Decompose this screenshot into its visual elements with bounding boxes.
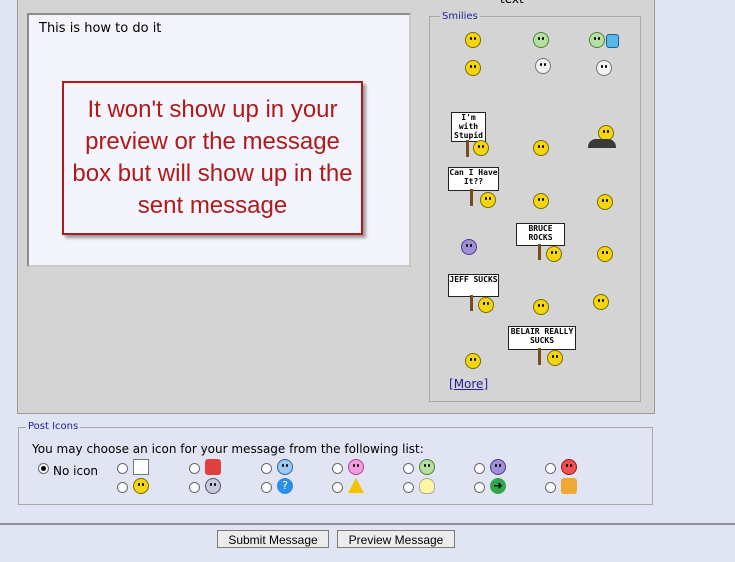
smile-icon xyxy=(133,478,149,494)
sign-pole xyxy=(466,140,469,157)
radio-icon-arrow[interactable] xyxy=(474,482,485,493)
stupid-sign-icon[interactable] xyxy=(473,140,489,156)
message-textarea[interactable]: This is how to do it It won't show up in… xyxy=(27,13,411,267)
radio-icon-frown[interactable] xyxy=(474,463,485,474)
alien-icon[interactable] xyxy=(461,239,477,255)
radio-icon-warning[interactable] xyxy=(332,482,343,493)
sign-pole xyxy=(538,348,541,365)
arrow-icon: ➜ xyxy=(490,478,506,494)
question-icon: ? xyxy=(277,478,293,494)
bruce-rocks-icon[interactable] xyxy=(546,246,562,262)
sign-belair: BELAIR REALLY SUCKS xyxy=(508,326,576,350)
mustache-icon xyxy=(588,139,616,148)
no-icon-label: No icon xyxy=(53,464,99,478)
radio-icon-grin[interactable] xyxy=(403,463,414,474)
radio-icon-kiss[interactable] xyxy=(332,463,343,474)
stretch-icon[interactable] xyxy=(597,246,613,262)
sign-pole xyxy=(538,244,541,260)
thumbs-up-icon[interactable] xyxy=(589,32,605,48)
cool-icon[interactable] xyxy=(533,140,549,156)
radio-icon-wink[interactable] xyxy=(261,463,272,474)
lightbulb-icon xyxy=(419,478,435,494)
post-icons-legend: Post Icons xyxy=(26,421,81,432)
submit-message-button[interactable]: Submit Message xyxy=(217,530,329,548)
radio-icon-lightbulb[interactable] xyxy=(403,482,414,493)
grin-icon[interactable] xyxy=(533,193,549,209)
smile-icon[interactable] xyxy=(465,32,481,48)
thumbs-down-icon xyxy=(205,459,221,475)
radio-icon-angry[interactable] xyxy=(545,463,556,474)
laughing-icon[interactable] xyxy=(465,60,481,76)
sign-pole xyxy=(470,295,473,311)
sign-pole xyxy=(470,189,473,206)
radio-icon-thumbs-down[interactable] xyxy=(189,463,200,474)
kiss-icon xyxy=(348,459,364,475)
radio-icon-thumbs-up[interactable] xyxy=(545,482,556,493)
radio-icon-question[interactable] xyxy=(261,482,272,493)
radio-no-icon[interactable] xyxy=(38,463,49,474)
unhappy-icon xyxy=(490,459,506,475)
sad-icon[interactable] xyxy=(465,353,481,369)
message-text: This is how to do it xyxy=(39,21,162,36)
sign-jeff: JEFF SUCKS xyxy=(448,274,499,297)
angry-icon xyxy=(561,459,577,475)
more-smilies-link[interactable]: [More] xyxy=(449,377,488,391)
radio-icon-cool[interactable] xyxy=(189,482,200,493)
frown-icon[interactable] xyxy=(597,194,613,210)
text-caption: text xyxy=(500,0,524,6)
dizzy-icon[interactable] xyxy=(535,58,551,74)
sign-bruce: BRUCE ROCKS xyxy=(516,223,565,246)
preview-message-button[interactable]: Preview Message xyxy=(337,530,455,548)
radio-icon-document[interactable] xyxy=(117,463,128,474)
wink-icon xyxy=(277,459,293,475)
note-callout: It won't show up in your preview or the … xyxy=(62,81,363,235)
radio-icon-smile[interactable] xyxy=(117,482,128,493)
warning-icon xyxy=(348,478,364,493)
thumbs-up-icon xyxy=(561,478,577,494)
can-i-have-it-icon[interactable] xyxy=(480,192,496,208)
sick-smile-icon[interactable] xyxy=(533,32,549,48)
jeff-sucks-icon[interactable] xyxy=(478,297,494,313)
sign-can-i: Can I Have It?? xyxy=(448,167,499,191)
note-text: It won't show up in your preview or the … xyxy=(72,96,353,219)
sign-stupid: I'm with Stupid xyxy=(451,112,486,142)
post-icons-hint: You may choose an icon for your message … xyxy=(32,442,424,456)
thumb-hand-icon xyxy=(606,34,619,48)
smilies-legend: Smilies xyxy=(440,11,480,22)
hat-smile-icon[interactable] xyxy=(596,60,612,76)
belair-sucks-icon[interactable] xyxy=(547,350,563,366)
document-icon xyxy=(133,459,149,475)
shocked-icon[interactable] xyxy=(533,299,549,315)
cool-icon xyxy=(205,478,221,494)
thumbs-down-icon[interactable] xyxy=(593,294,609,310)
big-grin-icon xyxy=(419,459,435,475)
